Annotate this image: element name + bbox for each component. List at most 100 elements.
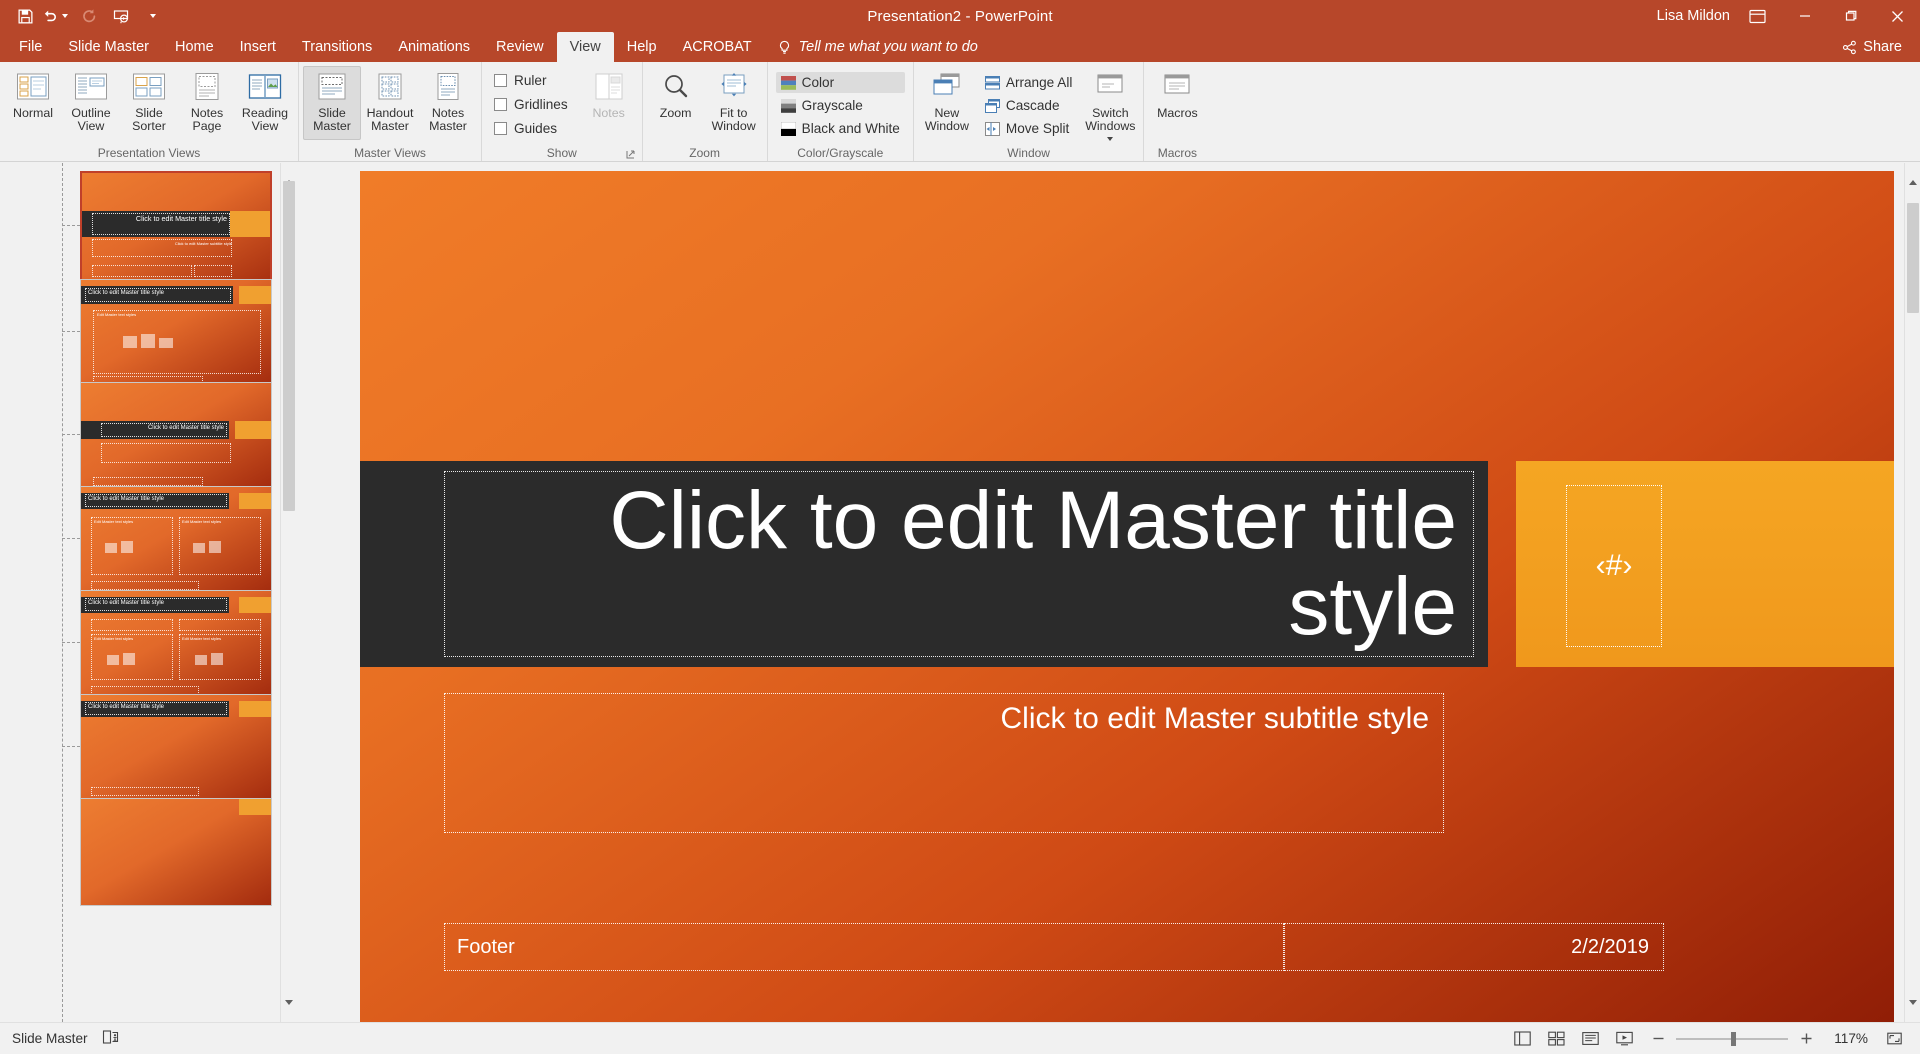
- save-button[interactable]: [10, 3, 40, 29]
- notes-master-button[interactable]: Notes Master: [419, 66, 477, 140]
- editor-scroll-up-button[interactable]: [1905, 163, 1920, 180]
- show-dialog-launcher[interactable]: [625, 149, 636, 160]
- notes-label: Notes: [592, 107, 624, 120]
- thumbnail-slide-7[interactable]: [80, 798, 272, 906]
- share-button[interactable]: Share: [1832, 32, 1920, 62]
- tab-view[interactable]: View: [557, 32, 614, 62]
- switch-windows-button[interactable]: Switch Windows: [1081, 66, 1139, 145]
- tab-help[interactable]: Help: [614, 32, 670, 62]
- status-normal-view-button[interactable]: [1506, 1026, 1538, 1052]
- color-mode-grayscale[interactable]: Grayscale: [776, 95, 905, 116]
- mini-chart-block: [193, 543, 205, 553]
- reading-view-button[interactable]: Reading View: [236, 66, 294, 140]
- slide-sorter-button[interactable]: Slide Sorter: [120, 66, 178, 140]
- customize-quick-access-toolbar-button[interactable]: [138, 3, 168, 29]
- guides-checkbox[interactable]: Guides: [494, 119, 568, 138]
- window-actions-list: Arrange All Cascade: [976, 66, 1082, 139]
- tab-acrobat[interactable]: ACROBAT: [670, 32, 765, 62]
- zoom-slider[interactable]: [1676, 1032, 1788, 1046]
- move-split-button[interactable]: Move Split: [980, 118, 1078, 139]
- tab-transitions[interactable]: Transitions: [289, 32, 385, 62]
- color-mode-list: Color Grayscale Black and White: [772, 66, 909, 139]
- minimize-button[interactable]: [1782, 0, 1828, 32]
- thumbnail-scrollbar[interactable]: [280, 163, 296, 1022]
- restore-button[interactable]: [1828, 0, 1874, 32]
- zoom-out-button[interactable]: [1650, 1031, 1666, 1047]
- tab-animations[interactable]: Animations: [385, 32, 483, 62]
- zoom-slider-handle[interactable]: [1731, 1032, 1736, 1046]
- notes-button: Notes: [580, 66, 638, 140]
- thumbnail-scrollbar-thumb[interactable]: [283, 181, 295, 511]
- undo-button[interactable]: [42, 3, 72, 29]
- caret-up-icon: [1909, 163, 1917, 181]
- mini-accent-panel: [239, 286, 271, 304]
- switch-windows-label: Switch Windows: [1082, 107, 1138, 145]
- slide-master-button[interactable]: Slide Master: [303, 66, 361, 140]
- cascade-button[interactable]: Cascade: [980, 95, 1078, 116]
- editor-scrollbar[interactable]: [1904, 163, 1920, 1022]
- normal-view-icon: [15, 69, 51, 105]
- thumbnail-slide-3[interactable]: Click to edit Master title style: [80, 382, 272, 490]
- tab-insert[interactable]: Insert: [227, 32, 289, 62]
- status-reading-view-button[interactable]: [1574, 1026, 1606, 1052]
- zoom-level-label[interactable]: 117%: [1824, 1031, 1868, 1046]
- mini-content-box: [93, 310, 261, 374]
- tell-me-box[interactable]: Tell me what you want to do: [765, 32, 990, 62]
- color-mode-color[interactable]: Color: [776, 72, 905, 93]
- mini-chart-block: [107, 655, 119, 665]
- master-subtitle-placeholder[interactable]: Click to edit Master subtitle style: [444, 693, 1444, 833]
- mini-title-placeholder: Click to edit Master title style: [101, 423, 227, 437]
- tab-file[interactable]: File: [6, 32, 55, 62]
- zoom-in-button[interactable]: [1798, 1031, 1814, 1047]
- macros-button[interactable]: Macros: [1148, 66, 1206, 140]
- start-from-beginning-button[interactable]: [106, 3, 136, 29]
- date-placeholder[interactable]: 2/2/2019: [1284, 923, 1664, 971]
- notes-page-button[interactable]: Notes Page: [178, 66, 236, 140]
- mini-chart-block: [159, 338, 173, 348]
- status-slide-show-button[interactable]: [1608, 1026, 1640, 1052]
- undo-dropdown-icon[interactable]: [59, 3, 72, 29]
- accessibility-checker-button[interactable]: [102, 1029, 119, 1048]
- color-mode-black-and-white[interactable]: Black and White: [776, 118, 905, 139]
- tab-home[interactable]: Home: [162, 32, 227, 62]
- ribbon-display-options-button[interactable]: [1744, 3, 1770, 29]
- outline-view-button[interactable]: Outline View: [62, 66, 120, 140]
- editor-scroll-down-button[interactable]: [1905, 1005, 1920, 1022]
- title-bar: Presentation2 - PowerPoint Lisa Mildon: [0, 0, 1920, 32]
- thumbnail-slide-4[interactable]: Click to edit Master title style Edit Ma…: [80, 486, 272, 594]
- tab-slide-master[interactable]: Slide Master: [55, 32, 162, 62]
- thumbnail-slide-6[interactable]: Click to edit Master title style: [80, 694, 272, 802]
- thumbnail-scroll-up-button[interactable]: [281, 163, 296, 180]
- thumbnail-slide-1[interactable]: Click to edit Master title style Click t…: [80, 171, 272, 293]
- redo-button[interactable]: [74, 3, 104, 29]
- footer-placeholder[interactable]: Footer: [444, 923, 1284, 971]
- arrange-all-button[interactable]: Arrange All: [980, 72, 1078, 93]
- mini-body-text: Edit Master text styles: [182, 519, 221, 524]
- zoom-button[interactable]: Zoom: [647, 66, 705, 140]
- normal-view-button[interactable]: Normal: [4, 66, 62, 140]
- thumbnail-slide-5[interactable]: Click to edit Master title style Edit Ma…: [80, 590, 272, 698]
- ruler-checkbox[interactable]: Ruler: [494, 71, 568, 90]
- notes-icon: [592, 69, 626, 105]
- color-swatch-icon: [781, 76, 796, 90]
- fit-to-window-button[interactable]: Fit to Window: [705, 66, 763, 140]
- thumbnail-scroll-down-button[interactable]: [281, 1005, 296, 1022]
- tab-review[interactable]: Review: [483, 32, 557, 62]
- thumbnail-connector-tick: [62, 642, 80, 643]
- slide-number-placeholder[interactable]: ‹#›: [1566, 485, 1662, 647]
- editor-scrollbar-thumb[interactable]: [1907, 203, 1919, 313]
- black-white-swatch-icon: [781, 122, 796, 136]
- gridlines-checkbox[interactable]: Gridlines: [494, 95, 568, 114]
- handout-master-label: Handout Master: [362, 107, 418, 132]
- new-window-button[interactable]: New Window: [918, 66, 976, 140]
- slide-canvas[interactable]: Click to edit Master title style ‹#› Cli…: [360, 171, 1894, 1034]
- fit-to-window-label: Fit to Window: [706, 107, 762, 132]
- zoom-control: 117%: [1642, 1031, 1876, 1047]
- close-button[interactable]: [1874, 0, 1920, 32]
- handout-master-button[interactable]: Handout Master: [361, 66, 419, 140]
- master-title-placeholder[interactable]: Click to edit Master title style: [444, 471, 1474, 657]
- mini-accent-panel: [230, 211, 270, 237]
- fit-slide-to-window-button[interactable]: [1878, 1026, 1910, 1052]
- thumbnail-slide-2[interactable]: Click to edit Master title style Edit Ma…: [80, 279, 272, 387]
- status-slide-sorter-button[interactable]: [1540, 1026, 1572, 1052]
